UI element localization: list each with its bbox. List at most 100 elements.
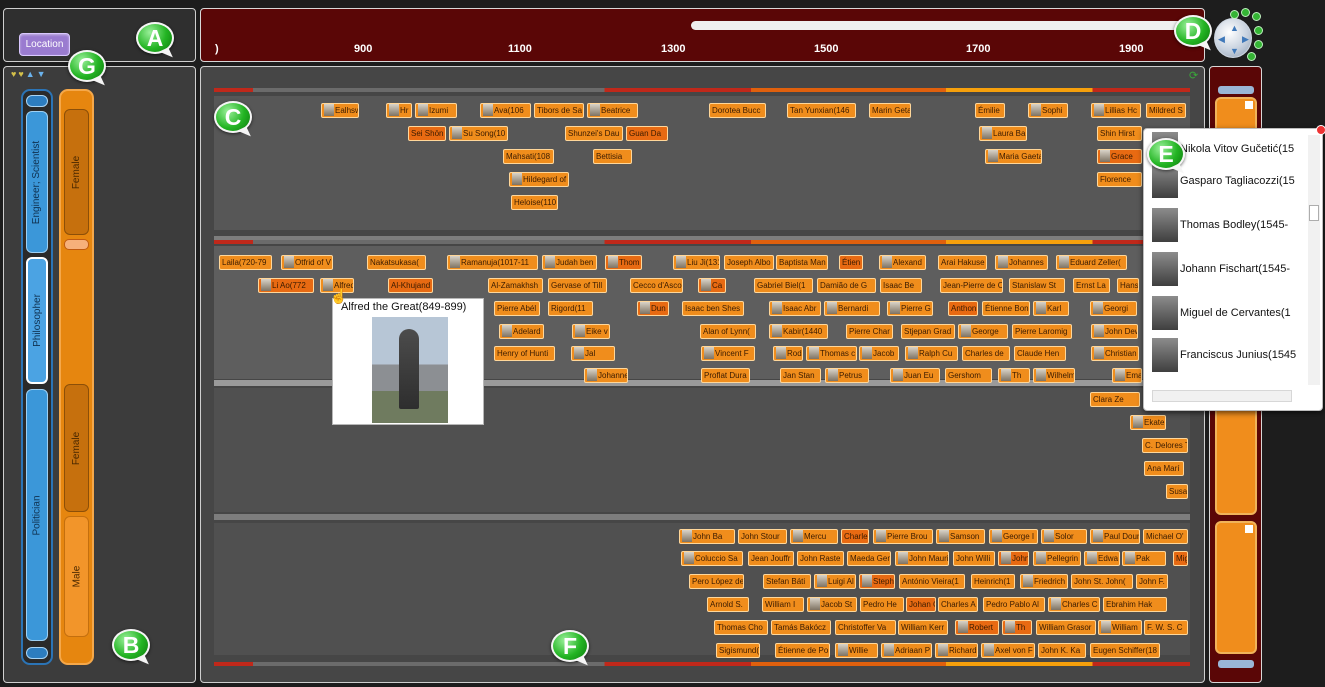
person-card[interactable]: Jacob xyxy=(859,346,899,361)
person-card[interactable]: Clara Ze xyxy=(1090,392,1140,407)
person-card[interactable]: Pero López de xyxy=(689,574,744,589)
person-card[interactable]: Pierre Abél xyxy=(494,301,540,316)
person-card[interactable]: Alexand xyxy=(879,255,926,270)
person-card[interactable]: Solor xyxy=(1041,529,1087,544)
person-list-popup[interactable]: Nikola Vitov Gučetić(15 Gasparo Tagliaco… xyxy=(1143,125,1325,411)
person-card[interactable]: Eike v xyxy=(572,324,610,339)
pan-right-icon[interactable]: ▶ xyxy=(1242,34,1249,45)
person-card[interactable]: John Mauri xyxy=(895,551,949,566)
person-card[interactable]: Adriaan P xyxy=(881,643,932,658)
person-card[interactable]: Bernardi xyxy=(824,301,880,316)
person-card[interactable]: Étienne de Po xyxy=(775,643,830,658)
person-card[interactable]: Laura Ba xyxy=(979,126,1027,141)
person-card[interactable]: Li Ao(772 xyxy=(258,278,314,293)
person-card[interactable]: Vincent F xyxy=(701,346,755,361)
person-card[interactable]: Paul Doum xyxy=(1090,529,1140,544)
person-card[interactable]: Hans xyxy=(1117,278,1139,293)
person-card[interactable]: Christian xyxy=(1091,346,1139,361)
person-card[interactable]: John K. Ka xyxy=(1038,643,1086,658)
person-card[interactable]: Pedro He xyxy=(860,597,904,612)
person-card[interactable]: Mildred S xyxy=(1146,103,1186,118)
person-card[interactable]: Heloise(110 xyxy=(511,195,558,210)
person-card[interactable]: Laila(720-79 xyxy=(219,255,272,270)
person-card[interactable]: Thomas Cho xyxy=(714,620,768,635)
person-card[interactable]: Ralph Cu xyxy=(905,346,958,361)
person-card[interactable]: Friedrich xyxy=(1020,574,1068,589)
facet-politician[interactable]: Politician xyxy=(26,389,48,641)
person-card[interactable]: Al-Zamakhsh xyxy=(488,278,543,293)
person-card[interactable]: Dun xyxy=(637,301,669,316)
person-card[interactable]: Alan of Lynn( xyxy=(700,324,756,339)
person-card[interactable]: Tibors de Sa xyxy=(534,103,584,118)
person-card[interactable]: Johannes xyxy=(995,255,1048,270)
location-button[interactable]: Location xyxy=(19,33,70,56)
person-card[interactable]: Isaac Abr xyxy=(769,301,821,316)
person-card[interactable]: Pierre Char xyxy=(846,324,893,339)
sidebar-list-slot[interactable] xyxy=(1215,521,1257,654)
person-card[interactable]: Judah ben xyxy=(542,255,597,270)
person-card[interactable]: Edwa xyxy=(1084,551,1120,566)
zoom-dot-icon[interactable] xyxy=(1241,8,1250,17)
person-card[interactable]: John xyxy=(998,551,1029,566)
person-card[interactable]: Ekaterin xyxy=(1130,415,1166,430)
person-card[interactable]: Su Song(10 xyxy=(449,126,508,141)
person-card[interactable]: Kabir(1440 xyxy=(769,324,828,339)
zoom-dot-icon[interactable] xyxy=(1252,12,1261,21)
person-card[interactable]: Henry of Hunti xyxy=(494,346,555,361)
person-card[interactable]: Rod xyxy=(773,346,803,361)
facet-female[interactable]: Female xyxy=(64,384,89,512)
vertical-scrollbar[interactable] xyxy=(1308,135,1320,385)
person-card[interactable]: Ebrahim Hak xyxy=(1103,597,1167,612)
zoom-dot-icon[interactable] xyxy=(1254,40,1263,49)
person-card[interactable]: Gabriel Biel(1 xyxy=(754,278,813,293)
list-item[interactable]: Franciscus Junius(1545 xyxy=(1152,337,1296,373)
person-card[interactable]: Hr xyxy=(386,103,412,118)
zoom-dot-icon[interactable] xyxy=(1230,10,1239,19)
person-card[interactable]: Rigord(11 xyxy=(548,301,593,316)
band-divider[interactable] xyxy=(214,514,1190,520)
facet-female[interactable]: Female xyxy=(64,109,89,235)
person-card[interactable]: Lillias Hc xyxy=(1091,103,1141,118)
filter-yellow-icon[interactable]: ♥ xyxy=(18,69,23,79)
person-card[interactable]: Steph xyxy=(859,574,895,589)
zoom-dot-icon[interactable] xyxy=(1247,52,1256,61)
facet-philosopher[interactable]: Philosopher xyxy=(26,257,48,384)
person-card[interactable]: George I xyxy=(989,529,1038,544)
person-card[interactable]: Heinrich(1 xyxy=(971,574,1015,589)
person-card[interactable]: Adelard c xyxy=(499,324,544,339)
list-item[interactable]: Johann Fischart(1545- xyxy=(1152,251,1290,287)
person-card[interactable]: Bettisia xyxy=(593,149,632,164)
person-card[interactable]: Michael O' xyxy=(1143,529,1188,544)
sidebar-flag-icon[interactable] xyxy=(1245,101,1253,109)
person-card[interactable]: C. Delores T xyxy=(1142,438,1188,453)
filter-yellow-icon[interactable]: ♥ xyxy=(11,69,16,79)
person-card[interactable]: Guan Da xyxy=(626,126,668,141)
person-card[interactable]: Pak xyxy=(1122,551,1166,566)
person-card[interactable]: Al-Khujand xyxy=(388,278,433,293)
person-card[interactable]: Gershom xyxy=(945,368,992,383)
person-card[interactable]: John Dew xyxy=(1091,324,1138,339)
facet-gender-handle[interactable] xyxy=(64,239,89,250)
down-arrow-icon[interactable]: ▼ xyxy=(37,69,46,79)
person-card[interactable]: John Stour xyxy=(738,529,787,544)
person-card[interactable]: Ava(106 xyxy=(480,103,531,118)
close-icon[interactable] xyxy=(1316,125,1325,135)
person-card[interactable]: Nakatsukasa( xyxy=(367,255,426,270)
person-card[interactable]: Robert xyxy=(955,620,999,635)
person-card[interactable]: Jan Stan xyxy=(780,368,821,383)
up-arrow-icon[interactable]: ▲ xyxy=(26,69,35,79)
person-card[interactable]: Arai Hakuse xyxy=(938,255,987,270)
list-item[interactable]: Miguel de Cervantes(1 xyxy=(1152,295,1291,331)
person-card[interactable]: Thom xyxy=(605,255,642,270)
person-card[interactable]: Jean-Pierre de C xyxy=(940,278,1003,293)
person-card[interactable]: Maria Gaeta xyxy=(985,149,1042,164)
person-card[interactable]: Luigi Al xyxy=(814,574,856,589)
facet-handle-bottom[interactable] xyxy=(26,647,48,659)
person-card[interactable]: Ramanuja(1017-11 xyxy=(447,255,538,270)
person-card[interactable]: William Grasor xyxy=(1036,620,1096,635)
person-card[interactable]: Grace xyxy=(1097,149,1142,164)
person-card[interactable]: Pierre G xyxy=(887,301,933,316)
person-card[interactable]: Coluccio Sa xyxy=(681,551,743,566)
person-card[interactable]: Th xyxy=(1002,620,1032,635)
person-card[interactable]: Sophi xyxy=(1028,103,1068,118)
